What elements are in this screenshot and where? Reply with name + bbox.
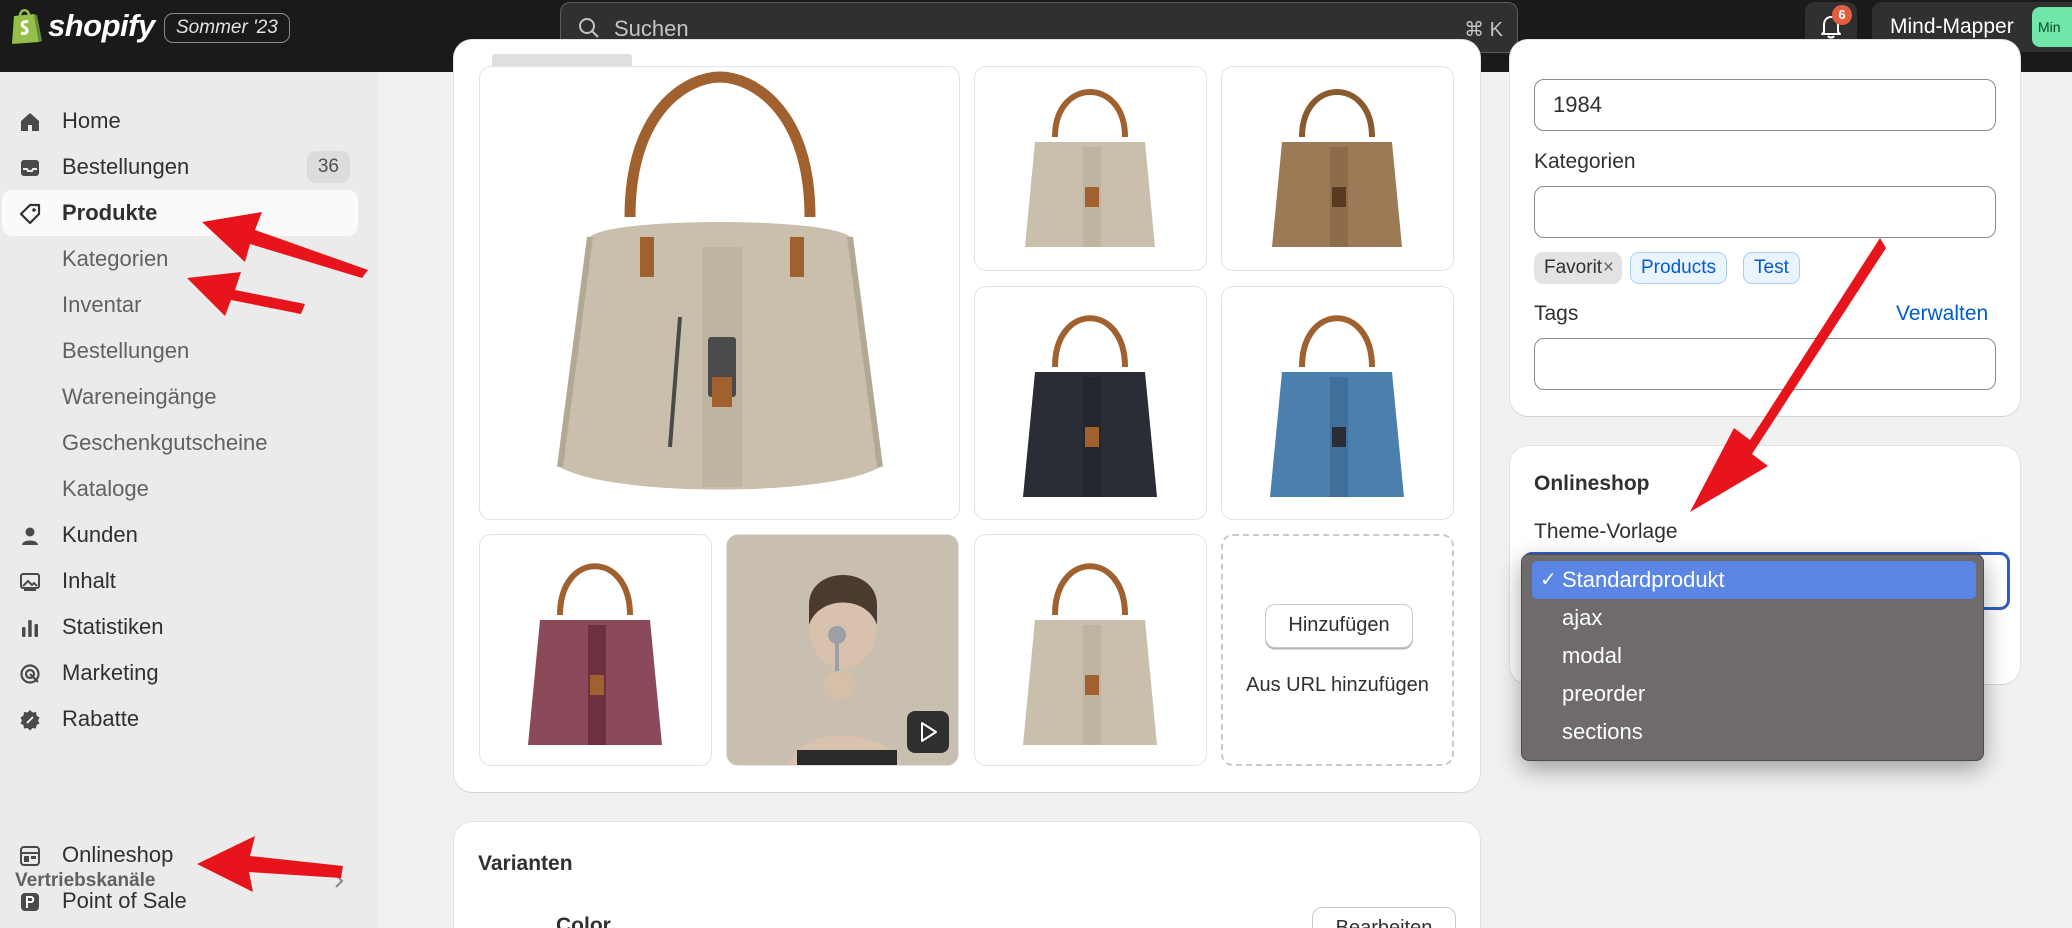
sidebar-item-label: Kataloge — [62, 476, 149, 501]
annotation-arrow-theme — [1690, 238, 1886, 512]
media-dropzone[interactable]: Hinzufügen Aus URL hinzufügen — [1221, 534, 1454, 766]
sidebar-item-transfers[interactable]: Wareneingänge — [2, 374, 358, 420]
sidebar-item-label: Inhalt — [62, 568, 116, 593]
sidebar-item-discounts[interactable]: Rabatte — [2, 696, 358, 742]
variants-card: Varianten Color Bearbeiten — [454, 822, 1480, 928]
sidebar-item-label: Point of Sale — [62, 888, 187, 913]
bag-photo — [528, 563, 662, 745]
person-icon — [22, 527, 38, 545]
dropdown-option-label: preorder — [1562, 681, 1646, 706]
bar-chart-icon — [22, 620, 38, 637]
theme-template-label: Theme-Vorlage — [1534, 520, 1678, 543]
bag-photo — [1023, 315, 1157, 497]
play-button[interactable] — [907, 711, 949, 753]
sidebar-item-label: Geschenkgutscheine — [62, 430, 268, 455]
sidebar-item-label: Produkte — [62, 200, 158, 225]
dropdown-option-label: Standardprodukt — [1562, 567, 1725, 592]
media-item-bag-beige-2[interactable] — [974, 534, 1207, 766]
search-shortcut: ⌘ K — [1464, 19, 1503, 41]
sidebar-item-marketing[interactable]: Marketing — [2, 650, 358, 696]
collection-chip-label: Favorit — [1544, 257, 1603, 278]
add-from-url-link[interactable]: Aus URL hinzufügen — [1223, 674, 1452, 697]
user-name: Mind-Mapper — [1890, 15, 2014, 38]
online-store-title: Onlineshop — [1534, 472, 1650, 495]
annotation-arrow-categories — [187, 272, 305, 316]
sidebar-item-purchase-orders[interactable]: Bestellungen — [2, 328, 358, 374]
sidebar-item-customers[interactable]: Kunden — [2, 512, 358, 558]
pos-icon — [21, 893, 39, 911]
dropdown-option-sections[interactable]: sections — [1532, 713, 1976, 751]
checkmark-icon: ✓ — [1540, 569, 1557, 591]
bag-photo — [1270, 315, 1404, 497]
home-icon — [21, 113, 39, 131]
dropdown-option-standardprodukt[interactable]: ✓ Standardprodukt — [1532, 561, 1976, 599]
sidebar-item-label: Wareneingänge — [62, 384, 217, 409]
dropdown-option-label: ajax — [1562, 605, 1603, 630]
orders-count-badge: 36 — [306, 151, 350, 183]
categories-label: Kategorien — [1534, 150, 1636, 173]
media-item-video[interactable] — [726, 534, 959, 766]
dropdown-option-preorder[interactable]: preorder — [1532, 675, 1976, 713]
bag-photo — [1025, 89, 1155, 247]
sidebar-item-label: Onlineshop — [62, 842, 174, 867]
shopify-bag-icon — [12, 9, 42, 44]
sidebar-item-analytics[interactable]: Statistiken — [2, 604, 358, 650]
variants-title: Varianten — [478, 852, 573, 875]
search-placeholder: Suchen — [614, 16, 689, 41]
dropdown-option-label: sections — [1562, 719, 1643, 744]
brand-name: shopify — [48, 8, 155, 43]
bag-photo — [1272, 89, 1402, 247]
product-type-input[interactable]: 1984 — [1534, 79, 1996, 131]
shopify-logo[interactable]: shopify — [8, 6, 155, 46]
season-badge: Sommer '23 — [164, 13, 290, 43]
sidebar-item-label: Home — [62, 108, 121, 133]
sidebar-item-label: Bestellungen — [62, 338, 190, 363]
bag-photo — [557, 71, 883, 490]
sidebar-item-label: Inventar — [62, 292, 142, 317]
media-item-main-bag[interactable] — [479, 66, 960, 520]
sidebar-item-gift-cards[interactable]: Geschenkgutscheine — [2, 420, 358, 466]
sidebar-item-label: Rabatte — [62, 706, 140, 731]
add-media-button[interactable]: Hinzufügen — [1265, 604, 1413, 648]
search-icon — [579, 18, 599, 38]
tag-icon — [19, 203, 41, 225]
store-icon — [20, 846, 40, 866]
inbox-icon — [21, 160, 39, 176]
media-item-bag-black[interactable] — [974, 286, 1207, 520]
sidebar-item-label: Statistiken — [62, 614, 164, 639]
sidebar-item-orders[interactable]: Bestellungen 36 — [2, 144, 358, 190]
annotation-arrow-online-store — [197, 836, 343, 892]
sidebar-item-label: Kunden — [62, 522, 138, 547]
notification-count-badge: 6 — [1832, 5, 1852, 25]
media-item-bag-burgundy[interactable] — [479, 534, 712, 766]
sidebar-item-content[interactable]: Inhalt — [2, 558, 358, 604]
discount-icon — [20, 710, 40, 731]
theme-template-dropdown: ✓ Standardprodukt ajax modal preorder se… — [1521, 554, 1984, 761]
bag-photo — [1023, 563, 1157, 745]
media-item-bag-blue[interactable] — [1221, 286, 1454, 520]
edit-variants-button[interactable]: Bearbeiten — [1312, 907, 1456, 928]
sidebar-item-label: Bestellungen — [62, 154, 190, 179]
play-icon — [921, 722, 937, 742]
dropdown-option-ajax[interactable]: ajax — [1532, 599, 1976, 637]
dropdown-option-modal[interactable]: modal — [1532, 637, 1976, 675]
collection-chip-favorit: Favorit × — [1534, 252, 1622, 284]
remove-chip-icon[interactable]: × — [1603, 252, 1614, 284]
sidebar-item-label: Kategorien — [62, 246, 169, 271]
sidebar-item-label: Marketing — [62, 660, 159, 685]
sidebar-item-home[interactable]: Home — [2, 98, 358, 144]
target-icon — [20, 664, 40, 684]
dropdown-option-label: modal — [1562, 643, 1622, 668]
tags-label: Tags — [1534, 302, 1579, 325]
avatar: Min — [2032, 7, 2072, 47]
media-item-bag-brown[interactable] — [1221, 66, 1454, 271]
image-icon — [20, 573, 40, 591]
media-item-bag-beige[interactable] — [974, 66, 1207, 271]
product-type-value: 1984 — [1553, 92, 1602, 117]
variant-option-name: Color — [556, 914, 611, 928]
sidebar-item-catalogs[interactable]: Kataloge — [2, 466, 358, 512]
manage-tags-link[interactable]: Verwalten — [1896, 302, 1988, 326]
